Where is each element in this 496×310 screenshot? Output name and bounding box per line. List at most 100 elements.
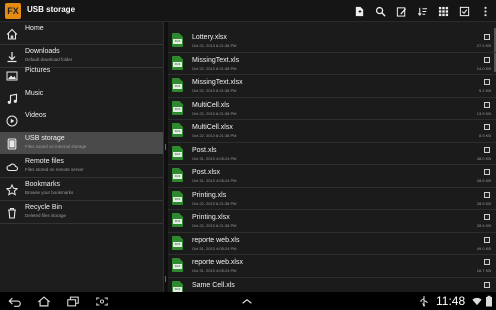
sidebar-item-videos[interactable]: Videos — [0, 109, 163, 131]
file-checkbox[interactable] — [484, 214, 490, 220]
wifi-icon — [472, 297, 482, 306]
search-button[interactable] — [370, 0, 391, 22]
file-size: 28.6 KB — [476, 223, 491, 228]
file-date: Oct 31, 2013 4:05:24 PM — [192, 268, 237, 273]
sort-button[interactable] — [412, 0, 433, 22]
sidebar-item-subtitle: Default download folder — [25, 57, 73, 62]
file-checkbox[interactable] — [484, 34, 490, 40]
file-size: 49.0 KB — [476, 245, 491, 251]
file-date: Oct 22, 2013 6:21:38 PM — [192, 133, 237, 138]
file-row[interactable]: XLSSame Cell.xlsOct 22, 2013 6:21:38 PM2… — [168, 278, 496, 292]
download-icon — [6, 50, 18, 63]
sidebar-item-label: Pictures — [25, 67, 51, 74]
file-checkbox[interactable] — [484, 146, 490, 153]
back-icon — [8, 297, 21, 307]
recent-apps-button[interactable] — [64, 294, 82, 308]
file-type-label: XLS — [173, 286, 182, 292]
file-name: reporte web.xls — [192, 236, 240, 244]
sidebar-item-subtitle: Files saved on internal storage — [25, 144, 87, 149]
file-date: Oct 31, 2013 4:05:24 PM — [192, 245, 237, 251]
file-checkbox[interactable] — [484, 191, 490, 198]
screenshot-button[interactable] — [93, 294, 111, 308]
sidebar-item-subtitle: Browse your bookmarks — [25, 190, 74, 195]
excel-file-icon: XLS — [172, 168, 183, 182]
usb-icon — [420, 296, 428, 307]
grid-view-icon — [438, 6, 449, 16]
excel-file-icon: XLS — [172, 33, 183, 47]
file-checkbox[interactable] — [484, 101, 490, 108]
select-all-button[interactable] — [454, 0, 475, 22]
back-button[interactable] — [6, 294, 24, 308]
file-row[interactable]: XLS Post.xlsx Oct 31, 2013 4:05:24 PM 28.6 … — [168, 165, 496, 187]
sort-icon — [417, 7, 428, 16]
file-checkbox[interactable] — [484, 56, 490, 63]
file-type-label: XLS — [173, 129, 182, 134]
file-size: 16.7 KB — [476, 268, 491, 273]
excel-file-icon: XLS — [172, 213, 183, 227]
overflow-menu-button[interactable] — [475, 0, 496, 22]
file-type-label: XLS — [173, 219, 182, 224]
sidebar-item-label: Music — [25, 90, 44, 97]
search-icon — [375, 6, 386, 17]
file-type-label: XLS — [173, 61, 182, 67]
sidebar-item-home[interactable]: Home — [0, 22, 163, 44]
sidebar-item-remote-files[interactable]: Remote files Files stored on remote serv… — [0, 155, 163, 177]
file-row[interactable]: XLS MissingText.xlsx Oct 22, 2013 6:21:38 … — [168, 75, 496, 97]
file-row[interactable]: XLS MultiCell.xls Oct 22, 2013 6:21:38 PM 1… — [168, 98, 496, 120]
file-row[interactable]: XLS reporte web.xls Oct 31, 2013 4:05:24 P… — [168, 233, 496, 255]
file-row[interactable]: XLS MultiCell.xlsx Oct 22, 2013 6:21:38 PM… — [168, 120, 496, 142]
app-title: USB storage — [27, 5, 76, 14]
sidebar-item-label: Videos — [25, 112, 47, 119]
file-row[interactable]: XLS reporte web.xlsx Oct 31, 2013 4:05:24 … — [168, 255, 496, 277]
sidebar-item-label: Remote files — [25, 158, 64, 165]
sidebar-item-pictures[interactable]: Pictures — [0, 64, 163, 86]
grid-view-button[interactable] — [433, 0, 454, 22]
new-file-button[interactable] — [349, 0, 370, 22]
divider — [0, 223, 163, 224]
file-checkbox[interactable] — [484, 259, 490, 265]
home-button[interactable] — [35, 294, 53, 308]
recent-apps-icon — [67, 296, 79, 306]
file-size: 28.6 KB — [476, 178, 491, 183]
file-date: Oct 22, 2013 6:21:38 PM — [192, 110, 237, 116]
chevron-up-button[interactable] — [238, 294, 256, 308]
excel-file-icon: XLS — [172, 258, 183, 272]
file-checkbox[interactable] — [484, 79, 490, 85]
excel-file-icon: XLS — [172, 145, 183, 160]
sidebar-item-music[interactable]: Music — [0, 87, 163, 109]
file-row[interactable]: XLS Post.xls Oct 31, 2013 4:05:24 PM 48.0 K… — [168, 143, 496, 165]
file-checkbox[interactable] — [484, 124, 490, 130]
excel-file-icon: XLS — [172, 123, 183, 137]
file-row[interactable]: XLS Lottery.xlsx Oct 22, 2013 6:21:38 PM 27… — [168, 30, 496, 52]
music-icon — [6, 92, 18, 104]
sidebar-item-label: Downloads — [25, 48, 60, 55]
pictures-icon — [6, 69, 18, 81]
overflow-menu-icon — [484, 6, 487, 16]
file-row[interactable]: XLS Printing.xls Oct 22, 2013 6:21:38 PM 28… — [168, 188, 496, 210]
sidebar-item-usb-storage[interactable]: USB storage Files saved on internal stor… — [0, 132, 163, 154]
file-date: Oct 22, 2013 6:21:38 PM — [192, 65, 237, 71]
file-list[interactable]: XLS Lottery.xlsx Oct 22, 2013 6:21:38 PM 27… — [168, 22, 496, 292]
sidebar-item-subtitle: Deleted files storage — [25, 213, 67, 218]
file-name: MissingText.xls — [192, 56, 240, 64]
file-row[interactable]: XLS MissingText.xls Oct 22, 2013 6:21:38 P… — [168, 53, 496, 75]
sidebar-item-recycle-bin[interactable]: Recycle Bin Deleted files storage — [0, 201, 163, 223]
excel-file-icon: XLS — [172, 190, 183, 205]
sidebar-item-label: Recycle Bin — [25, 204, 62, 211]
excel-file-icon: XLS — [172, 280, 183, 292]
edit-button[interactable] — [391, 0, 412, 22]
app-logo[interactable]: FX — [5, 3, 21, 19]
file-row[interactable]: XLS Printing.xlsx Oct 22, 2013 6:21:38 PM 2… — [168, 210, 496, 232]
screenshot-icon — [96, 296, 108, 306]
sidebar-item-label: Home — [25, 25, 44, 32]
file-checkbox[interactable] — [484, 169, 490, 175]
sidebar-item-subtitle: Files stored on remote server — [25, 167, 84, 172]
file-checkbox[interactable] — [484, 281, 490, 288]
file-type-label: XLS — [173, 151, 182, 157]
star-icon — [5, 183, 19, 196]
file-name: reporte web.xlsx — [192, 259, 243, 266]
home-nav-icon — [37, 295, 51, 306]
clock: 11:48 — [436, 294, 466, 308]
sidebar-item-bookmarks[interactable]: Bookmarks Browse your bookmarks — [0, 178, 163, 200]
file-checkbox[interactable] — [484, 236, 490, 243]
